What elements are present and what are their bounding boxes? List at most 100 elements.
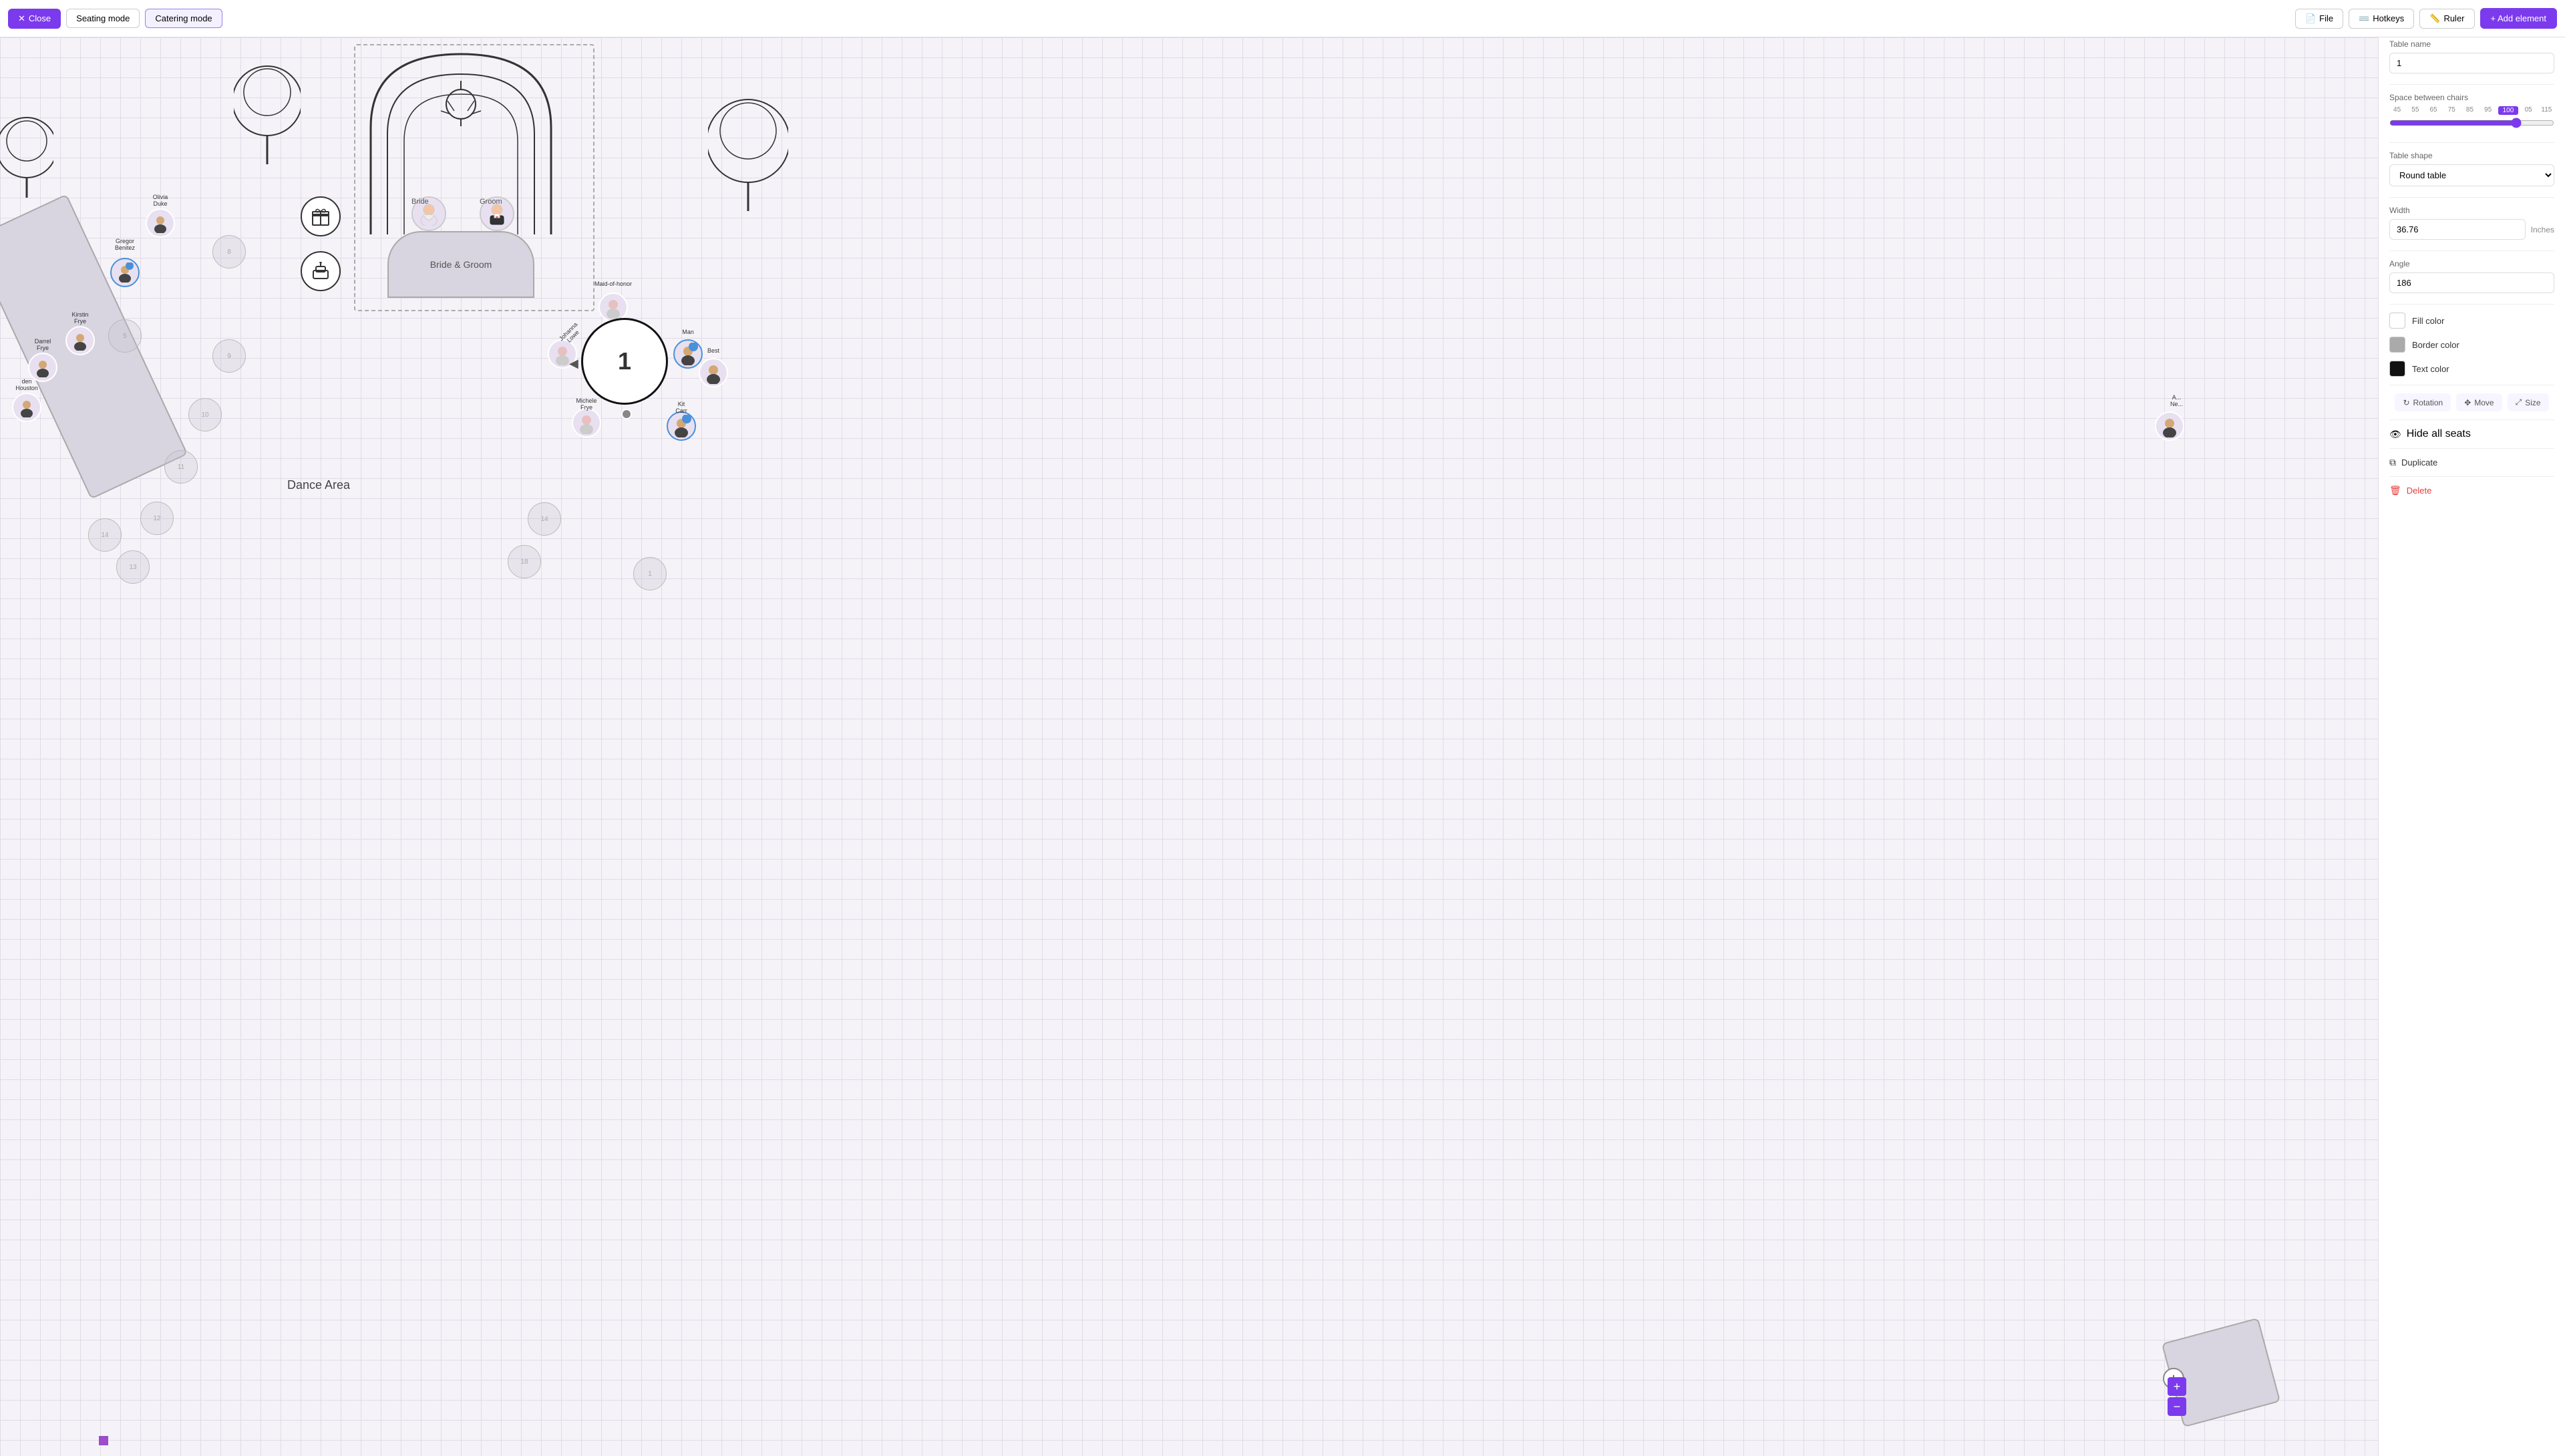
angle-section: Angle: [2389, 259, 2554, 293]
border-color-label: Border color: [2412, 340, 2459, 350]
small-table-10[interactable]: 10: [188, 398, 222, 431]
width-unit: Inches: [2531, 225, 2554, 234]
small-table-11[interactable]: 11: [164, 450, 198, 484]
actions-row: ↻ Rotation ✥ Move ⤢ Size: [2389, 393, 2554, 411]
table-shape-section: Table shape Round table Rectangle table …: [2389, 151, 2554, 186]
small-table-1-bottom[interactable]: 1: [633, 557, 667, 590]
add-element-button[interactable]: + Add element: [2480, 8, 2557, 29]
person-gregor-benitez[interactable]: GregorBenitez: [110, 258, 140, 287]
text-color-swatch[interactable]: [2389, 361, 2405, 377]
space-chairs-section: Space between chairs 45 55 65 75 85 95 1…: [2389, 93, 2554, 132]
color-dot[interactable]: [99, 1436, 108, 1445]
person-kit-carr[interactable]: KitCarr: [667, 411, 696, 441]
border-color-row: Border color: [2389, 337, 2554, 353]
tree-top-left: [0, 111, 53, 198]
move-icon: ✥: [2464, 398, 2471, 407]
small-table-13[interactable]: 13: [116, 550, 150, 584]
gift-icon-circle: [301, 196, 341, 236]
person-den-houston[interactable]: denHouston: [12, 393, 41, 422]
border-color-swatch[interactable]: [2389, 337, 2405, 353]
person-michele-frye[interactable]: MicheleFrye: [572, 408, 601, 437]
cake-icon-circle: [301, 251, 341, 291]
fill-color-swatch[interactable]: [2389, 313, 2405, 329]
person-olivia-duke[interactable]: OliviaDuke: [146, 208, 175, 238]
text-color-label: Text color: [2412, 364, 2449, 374]
small-table-12[interactable]: 12: [140, 502, 174, 535]
rotation-button[interactable]: ↻ Rotation: [2395, 393, 2451, 411]
duplicate-label: Duplicate: [2401, 458, 2437, 468]
hotkeys-button[interactable]: ⌨️ Hotkeys: [2349, 9, 2414, 29]
toolbar-right: 📄 File ⌨️ Hotkeys 📏 Ruler + Add element: [2295, 8, 2557, 29]
zoom-in-button[interactable]: +: [2168, 1377, 2186, 1396]
groom-figure: Groom: [480, 196, 502, 204]
table-name-section: Table name: [2389, 39, 2554, 73]
angle-input[interactable]: [2389, 272, 2554, 293]
ruler-button[interactable]: 📏 Ruler: [2419, 9, 2474, 29]
small-table-8[interactable]: 8: [212, 235, 246, 268]
zoom-out-button[interactable]: −: [2168, 1397, 2186, 1416]
small-table-5[interactable]: 5: [108, 319, 142, 353]
bride-label: Bride: [411, 198, 429, 206]
toolbar: ✕ Close Seating mode Catering mode 📄 Fil…: [0, 0, 2565, 37]
tree-top-right: [708, 91, 788, 211]
canvas-area[interactable]: Bride & Groom Bride: [0, 37, 2378, 1456]
small-table-14-bottom[interactable]: 14: [528, 502, 561, 536]
file-button[interactable]: 📄 File: [2295, 9, 2343, 29]
person-darrel-frye[interactable]: DarrelFrye: [28, 353, 57, 382]
rotation-handle[interactable]: [621, 409, 632, 419]
move-button[interactable]: ✥ Move: [2456, 393, 2502, 411]
close-button[interactable]: ✕ Close: [8, 9, 61, 29]
right-panel: Table Table name Space between chairs 45…: [2378, 0, 2565, 1456]
person-partial-right[interactable]: A...Ne...: [2155, 411, 2184, 441]
size-icon: ⤢: [2516, 397, 2522, 407]
small-table-9[interactable]: 9: [212, 339, 246, 373]
hotkeys-icon: ⌨️: [2359, 13, 2369, 24]
table-5[interactable]: 5: [0, 194, 188, 499]
width-input[interactable]: [2389, 219, 2526, 240]
table-name-label: Table name: [2389, 39, 2554, 49]
delete-row[interactable]: 🗑 Delete: [2389, 485, 2554, 496]
bride-figure: Bride: [411, 196, 429, 204]
space-chairs-label: Space between chairs: [2389, 93, 2554, 102]
tree-top-center-left: [234, 57, 301, 164]
file-icon: 📄: [2305, 13, 2316, 24]
width-label: Width: [2389, 206, 2554, 215]
hide-seats-label: Hide all seats: [2407, 428, 2471, 440]
archway: [364, 47, 558, 248]
size-button[interactable]: ⤢ Size: [2508, 393, 2549, 411]
text-color-row: Text color: [2389, 361, 2554, 377]
table-shape-label: Table shape: [2389, 151, 2554, 160]
table1-left-arrow[interactable]: ◀: [569, 357, 578, 371]
catering-mode-button[interactable]: Catering mode: [145, 9, 222, 28]
duplicate-icon: ⧉: [2389, 457, 2396, 468]
duplicate-row[interactable]: ⧉ Duplicate: [2389, 457, 2554, 468]
close-icon: ✕: [18, 13, 25, 24]
small-table-18[interactable]: 18: [508, 545, 541, 578]
hide-seats-row[interactable]: 👁 Hide all seats: [2389, 428, 2554, 440]
table-1-selected[interactable]: 1: [581, 318, 668, 405]
delete-icon: 🗑: [2389, 485, 2401, 496]
table-shape-select[interactable]: Round table Rectangle table Square table: [2389, 164, 2554, 186]
small-table-14-left[interactable]: 14: [88, 518, 122, 552]
fill-color-label: Fill color: [2412, 316, 2444, 326]
width-row: Inches: [2389, 219, 2554, 240]
person-best[interactable]: Best: [699, 358, 728, 387]
canvas[interactable]: Bride & Groom Bride: [0, 37, 2378, 1456]
rotation-icon: ↻: [2403, 398, 2409, 407]
eye-icon: 👁: [2389, 429, 2401, 440]
dance-area-label: Dance Area: [287, 478, 350, 492]
seating-mode-button[interactable]: Seating mode: [66, 9, 140, 28]
space-chairs-slider[interactable]: [2389, 118, 2554, 128]
person-man[interactable]: Man: [673, 339, 703, 369]
delete-label: Delete: [2407, 486, 2432, 496]
slider-numbers: 45 55 65 75 85 95 100 05 115: [2389, 106, 2554, 115]
ruler-icon: 📏: [2429, 13, 2440, 24]
zoom-controls: + −: [2168, 1377, 2186, 1416]
bride-groom-table[interactable]: Bride & Groom: [387, 231, 534, 298]
table-name-input[interactable]: [2389, 53, 2554, 73]
angle-label: Angle: [2389, 259, 2554, 268]
width-section: Width Inches: [2389, 206, 2554, 240]
bride-groom-label: Bride & Groom: [430, 259, 492, 270]
groom-label: Groom: [480, 198, 502, 206]
person-kirstin-frye[interactable]: KirstinFrye: [65, 326, 95, 355]
